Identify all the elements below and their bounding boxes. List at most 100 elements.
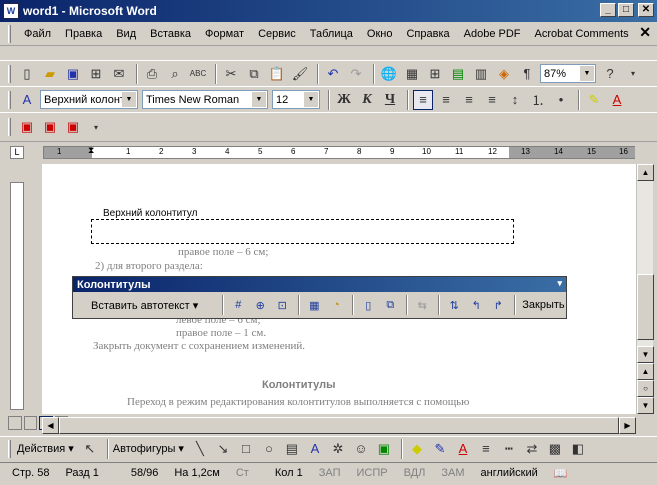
line-icon[interactable]: ╲ <box>190 439 210 459</box>
insert-excel-icon[interactable]: ▤ <box>448 64 468 84</box>
status-record[interactable]: ЗАП <box>311 467 349 479</box>
font-color-icon[interactable]: A <box>453 439 473 459</box>
menu-acrobat-comments[interactable]: Acrobat Comments <box>528 28 636 40</box>
shadow-icon[interactable]: ▩ <box>545 439 565 459</box>
menu-table[interactable]: Таблица <box>303 28 360 40</box>
paste-icon[interactable]: 📋 <box>267 64 287 84</box>
underline-button[interactable]: Ч <box>380 90 400 110</box>
align-right-icon[interactable]: ≡ <box>459 90 479 110</box>
convert-and-email-icon[interactable]: ▣ <box>40 117 60 137</box>
drawing-icon[interactable]: ◈ <box>494 64 514 84</box>
spelling-icon[interactable]: ABC <box>188 64 208 84</box>
convert-and-review-icon[interactable]: ▣ <box>63 117 83 137</box>
menu-edit[interactable]: Правка <box>58 28 109 40</box>
page-setup-icon[interactable]: ▯ <box>358 295 378 315</box>
menu-window[interactable]: Окно <box>360 28 400 40</box>
web-view-button[interactable] <box>23 416 37 430</box>
bold-button[interactable]: Ж <box>334 90 354 110</box>
zoom-combo[interactable]: 87% ▼ <box>540 64 596 83</box>
picture-icon[interactable]: ▣ <box>374 439 394 459</box>
3d-icon[interactable]: ◧ <box>568 439 588 459</box>
insert-table-icon[interactable]: ⊞ <box>425 64 445 84</box>
same-as-previous-icon[interactable]: ⇆ <box>412 295 432 315</box>
menu-insert[interactable]: Вставка <box>143 28 198 40</box>
italic-button[interactable]: К <box>357 90 377 110</box>
hyperlink-icon[interactable]: 🌐 <box>379 64 399 84</box>
chevron-down-icon[interactable]: ▼ <box>580 66 594 81</box>
diagram-icon[interactable]: ✲ <box>328 439 348 459</box>
status-extend[interactable]: ВДЛ <box>396 467 434 479</box>
header-footer-toolbar-title[interactable]: Колонтитулы ▾ <box>73 277 566 292</box>
menu-view[interactable]: Вид <box>109 28 143 40</box>
open-folder-icon[interactable]: ▰ <box>40 64 60 84</box>
fill-color-icon[interactable]: ◆ <box>407 439 427 459</box>
align-center-icon[interactable]: ≡ <box>436 90 456 110</box>
cut-icon[interactable]: ✂ <box>221 64 241 84</box>
toolbar-grip[interactable] <box>8 118 11 136</box>
print-preview-icon[interactable]: ⌕ <box>165 64 185 84</box>
menu-file[interactable]: Файл <box>17 28 58 40</box>
convert-to-pdf-icon[interactable]: ▣ <box>17 117 37 137</box>
previous-page-icon[interactable]: ▲ <box>637 363 654 380</box>
font-size-combo[interactable]: 12 ▼ <box>272 90 320 109</box>
select-objects-icon[interactable]: ↖ <box>80 439 100 459</box>
normal-view-button[interactable] <box>8 416 22 430</box>
header-edit-area[interactable] <box>91 219 514 244</box>
rectangle-icon[interactable]: □ <box>236 439 256 459</box>
insert-page-number-icon[interactable]: # <box>228 295 248 315</box>
vertical-scrollbar[interactable]: ▲ ▼ ▲ ○ ▼ <box>636 164 654 414</box>
dash-style-icon[interactable]: ┅ <box>499 439 519 459</box>
insert-page-count-icon[interactable]: ⊕ <box>250 295 270 315</box>
chevron-down-icon[interactable]: ▼ <box>252 92 266 107</box>
style-combo[interactable]: Верхний колонт ▼ <box>40 90 138 109</box>
menu-help[interactable]: Справка <box>399 28 456 40</box>
menu-format[interactable]: Формат <box>198 28 251 40</box>
switch-header-footer-icon[interactable]: ⇅ <box>444 295 464 315</box>
toolbar-grip[interactable] <box>8 439 11 458</box>
spelling-status-icon[interactable]: 📖 <box>546 467 576 480</box>
columns-icon[interactable]: ▥ <box>471 64 491 84</box>
copy-icon[interactable]: ⧉ <box>244 64 264 84</box>
line-style-icon[interactable]: ≡ <box>476 439 496 459</box>
chevron-down-icon[interactable]: ▾ <box>557 278 562 289</box>
indent-marker-icon[interactable]: ⧗ <box>88 145 94 156</box>
styles-icon[interactable]: A <box>17 90 37 110</box>
scroll-thumb[interactable] <box>637 274 654 340</box>
toolbar-grip[interactable] <box>8 90 11 109</box>
font-combo[interactable]: Times New Roman ▼ <box>142 90 268 109</box>
menu-adobe-pdf[interactable]: Adobe PDF <box>457 28 528 40</box>
font-color-icon[interactable]: A <box>607 90 627 110</box>
status-overtype[interactable]: ЗАМ <box>433 467 472 479</box>
horizontal-ruler[interactable]: 1 1 2 3 4 5 6 7 8 9 10 11 12 13 14 15 16… <box>43 145 635 159</box>
textbox-icon[interactable]: ▤ <box>282 439 302 459</box>
insert-date-icon[interactable]: ▦ <box>304 295 324 315</box>
tab-selector-icon[interactable]: L <box>10 146 24 159</box>
oval-icon[interactable]: ○ <box>259 439 279 459</box>
scroll-left-icon[interactable]: ◀ <box>42 417 59 434</box>
close-button[interactable]: ✕ <box>638 3 654 17</box>
arrow-icon[interactable]: ↘ <box>213 439 233 459</box>
next-page-icon[interactable]: ▼ <box>637 397 654 414</box>
show-hide-text-icon[interactable]: ⧉ <box>380 295 400 315</box>
permission-icon[interactable]: ⊞ <box>86 64 106 84</box>
justify-icon[interactable]: ≡ <box>482 90 502 110</box>
bullets-icon[interactable]: • <box>551 90 571 110</box>
scroll-up-icon[interactable]: ▲ <box>637 164 654 181</box>
scroll-thumb[interactable] <box>59 417 619 434</box>
highlight-icon[interactable]: ✎ <box>584 90 604 110</box>
toolbar-options-icon[interactable]: ▾ <box>623 64 643 84</box>
show-next-icon[interactable]: ↱ <box>488 295 508 315</box>
show-hide-icon[interactable]: ¶ <box>517 64 537 84</box>
horizontal-scrollbar[interactable]: ◀ ▶ <box>42 417 636 434</box>
vertical-ruler[interactable] <box>10 182 24 410</box>
minimize-button[interactable]: _ <box>600 3 616 17</box>
format-painter-icon[interactable]: 🖌 <box>290 64 310 84</box>
help-icon[interactable]: ? <box>600 64 620 84</box>
line-color-icon[interactable]: ✎ <box>430 439 450 459</box>
save-icon[interactable]: ▣ <box>63 64 83 84</box>
email-icon[interactable]: ✉ <box>109 64 129 84</box>
clipart-icon[interactable]: ☺ <box>351 439 371 459</box>
close-header-footer-button[interactable]: Закрыть <box>520 299 564 311</box>
undo-icon[interactable]: ↶ <box>323 64 343 84</box>
format-page-number-icon[interactable]: ⊡ <box>272 295 292 315</box>
